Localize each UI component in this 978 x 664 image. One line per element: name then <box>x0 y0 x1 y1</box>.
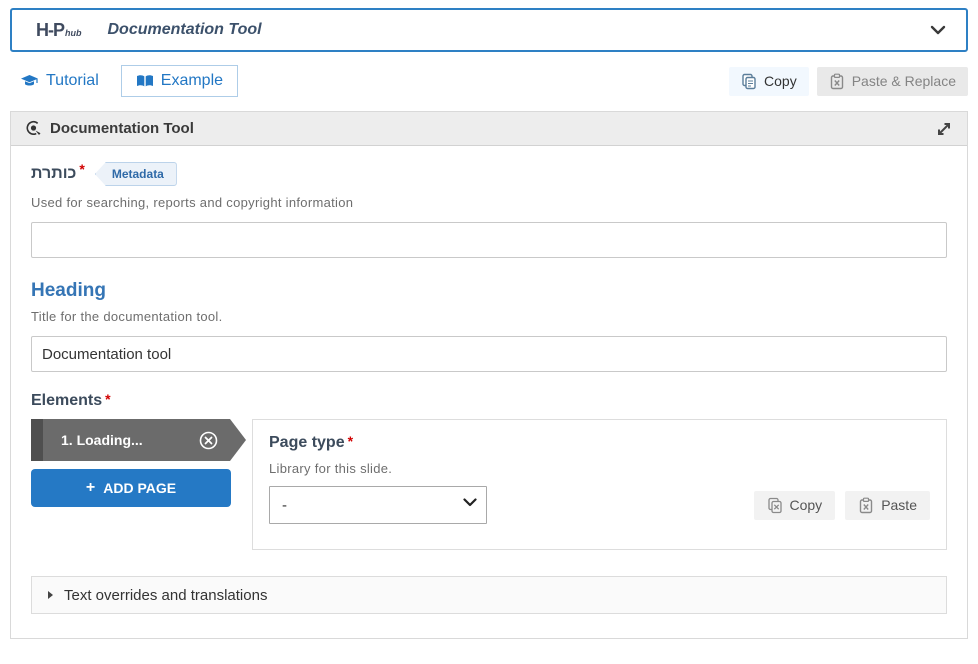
page-tab[interactable]: 1. Loading... <box>31 419 246 461</box>
elements-label: Elements <box>31 392 103 409</box>
copy-button-label: Copy <box>764 73 797 89</box>
editor-container: Documentation Tool כותרת * Metadata Used… <box>10 111 968 639</box>
copy-button[interactable]: Copy <box>729 66 809 96</box>
accordion-label: Text overrides and translations <box>64 586 268 604</box>
heading-field-label: Heading <box>31 280 106 301</box>
paste-replace-button[interactable]: Paste & Replace <box>816 66 968 96</box>
text-overrides-accordion[interactable]: Text overrides and translations <box>31 576 947 614</box>
h5p-logo-text: H-P <box>36 19 65 40</box>
pages-list: 1. Loading... + ADD PAGE <box>31 419 249 507</box>
page-tab-label: 1. Loading... <box>61 432 143 448</box>
example-button[interactable]: Example <box>120 65 239 97</box>
clipboard-x-icon <box>859 497 873 513</box>
library-select-wrap: - <box>269 486 487 524</box>
circle-x-icon <box>199 431 218 450</box>
open-book-icon <box>136 75 153 87</box>
page-type-label: Page type <box>269 434 345 451</box>
expand-arrows-icon <box>938 122 950 135</box>
panel-paste-button[interactable]: Paste <box>845 490 930 520</box>
editor-body: כותרת * Metadata Used for searching, rep… <box>11 146 967 638</box>
elements-required-mark: * <box>105 391 111 407</box>
selected-content-type-title: Documentation Tool <box>107 21 262 38</box>
remove-page-button[interactable] <box>199 431 218 450</box>
title-field-label: כותרת <box>31 165 77 182</box>
h5p-hub-bar: H-P hub Documentation Tool <box>10 8 968 52</box>
interactive-content-icon <box>26 121 41 135</box>
title-field-label-row: כותרת * Metadata <box>31 162 947 186</box>
panel-button-group: Copy Paste <box>753 490 930 520</box>
copy-x-icon <box>767 497 782 513</box>
h5p-hub-logo: H-P hub <box>36 20 82 41</box>
page-type-select-row: - Copy Paste <box>269 486 930 524</box>
tutorial-link[interactable]: Tutorial <box>20 72 99 90</box>
panel-copy-button[interactable]: Copy <box>753 490 836 520</box>
example-label: Example <box>160 72 224 89</box>
title-required-mark: * <box>79 161 85 177</box>
editor-header-title: Documentation Tool <box>50 120 194 137</box>
h5p-logo-hub-text: hub <box>65 27 82 38</box>
panel-paste-label: Paste <box>881 497 917 513</box>
plus-icon: + <box>85 479 96 496</box>
metadata-button[interactable]: Metadata <box>94 162 177 186</box>
library-select[interactable]: - <box>269 486 487 524</box>
graduation-cap-icon <box>21 74 38 86</box>
page-type-label-row: Page type * <box>269 434 930 452</box>
editor-header: Documentation Tool <box>11 112 967 146</box>
hub-expand-button[interactable] <box>930 25 946 35</box>
fullscreen-button[interactable] <box>935 120 953 138</box>
clipboard-x-icon <box>830 73 843 89</box>
paste-replace-label: Paste & Replace <box>851 73 956 89</box>
drag-handle[interactable] <box>31 419 43 461</box>
title-field-description: Used for searching, reports and copyrigh… <box>31 195 354 210</box>
editor-action-row: Tutorial Example Copy Paste & Replace <box>10 64 968 98</box>
elements-label-row: Elements * <box>31 392 947 410</box>
title-input[interactable] <box>31 222 947 258</box>
tutorial-label: Tutorial <box>46 72 99 89</box>
page-settings-panel: Page type * Library for this slide. - Co… <box>252 419 947 550</box>
heading-input[interactable] <box>31 336 947 372</box>
panel-copy-label: Copy <box>789 497 823 513</box>
copy-icon <box>742 73 756 89</box>
add-page-label: ADD PAGE <box>103 480 177 496</box>
triangle-right-icon <box>48 591 53 599</box>
chevron-down-icon <box>930 25 946 35</box>
add-page-button[interactable]: + ADD PAGE <box>31 469 231 507</box>
page-type-description: Library for this slide. <box>269 461 393 476</box>
elements-section: 1. Loading... + ADD PAGE Page type * Lib… <box>31 419 947 550</box>
page-type-required-mark: * <box>347 433 354 449</box>
heading-field-description: Title for the documentation tool. <box>31 309 223 324</box>
